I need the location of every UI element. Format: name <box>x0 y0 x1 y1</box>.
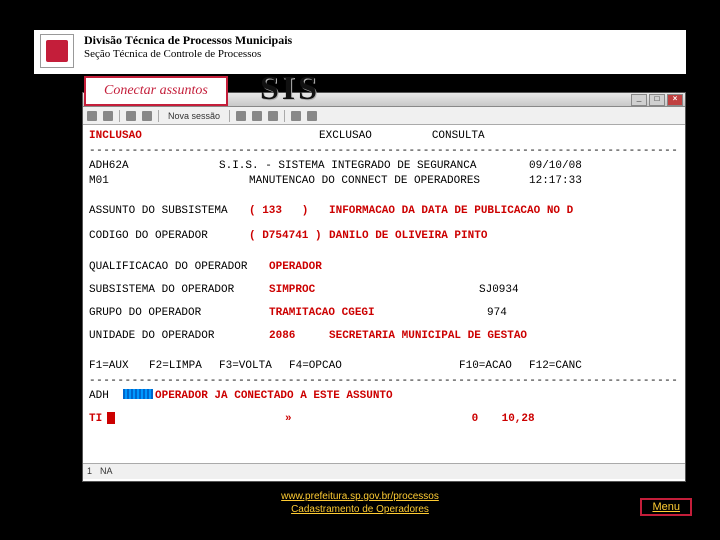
unidade-value: 2086 <box>269 329 329 344</box>
menu-inclusao[interactable]: INCLUSAO <box>89 129 149 144</box>
tool-icon[interactable] <box>126 111 136 121</box>
time-value: 12:17:33 <box>529 174 582 189</box>
grupo-label: GRUPO DO OPERADOR <box>89 306 269 321</box>
menu-exclusao[interactable]: EXCLUSAO <box>319 129 372 144</box>
minimize-button[interactable]: _ <box>631 94 647 106</box>
sis-logo: SIS <box>260 70 320 108</box>
menu-consulta[interactable]: CONSULTA <box>432 129 485 144</box>
f3-key[interactable]: F3=VOLTA <box>219 359 289 374</box>
close-button[interactable]: × <box>667 94 683 106</box>
f4-key[interactable]: F4=OPCAO <box>289 359 459 374</box>
tool-icon[interactable] <box>291 111 301 121</box>
codigo-desc: DANILO DE OLIVEIRA PINTO <box>329 229 487 244</box>
cursor <box>107 412 115 424</box>
toolbar-novasessao[interactable]: Nova sessão <box>165 111 223 121</box>
divider: ----------------------------------------… <box>89 374 679 389</box>
tool-icon[interactable] <box>142 111 152 121</box>
footer-link-url[interactable]: www.prefeitura.sp.gov.br/processos <box>0 490 720 503</box>
m-code: M01 <box>89 174 249 189</box>
tab-conectar-assuntos[interactable]: Conectar assuntos <box>84 76 228 106</box>
f2-key[interactable]: F2=LIMPA <box>149 359 219 374</box>
toolbar: Nova sessão <box>83 107 685 125</box>
codigo-value[interactable]: ( D754741 ) <box>249 229 329 244</box>
header-line1: Divisão Técnica de Processos Municipais <box>84 34 292 48</box>
qualif-value: OPERADOR <box>269 260 322 275</box>
status-left: 1 <box>87 465 92 477</box>
tool-icon[interactable] <box>252 111 262 121</box>
assunto-value[interactable]: ( 133 ) <box>249 204 329 219</box>
ti-label: TI <box>89 412 107 427</box>
assunto-label: ASSUNTO DO SUBSISTEMA <box>89 204 249 219</box>
screen-subtitle: MANUTENCAO DO CONNECT DE OPERADORES <box>249 174 529 189</box>
divider: ----------------------------------------… <box>89 144 679 159</box>
anim-icon <box>123 389 153 399</box>
tool-icon[interactable] <box>236 111 246 121</box>
arrow-indicator: » <box>285 412 292 427</box>
function-keys: F1=AUX F2=LIMPA F3=VOLTA F4=OPCAO F10=AC… <box>89 359 679 374</box>
screen-title: S.I.S. - SISTEMA INTEGRADO DE SEGURANCA <box>219 159 529 174</box>
maximize-button[interactable]: □ <box>649 94 665 106</box>
city-crest-logo <box>40 34 74 68</box>
subsis-value: SIMPROC <box>269 283 479 298</box>
assunto-desc: INFORMACAO DA DATA DE PUBLICACAO NO D <box>329 204 573 219</box>
f1-key[interactable]: F1=AUX <box>89 359 149 374</box>
subsis-label: SUBSISTEMA DO OPERADOR <box>89 283 269 298</box>
unidade-desc: SECRETARIA MUNICIPAL DE GESTAO <box>329 329 527 344</box>
date-value: 09/10/08 <box>529 159 582 174</box>
cursor-coords: 10,28 <box>502 412 535 427</box>
window-statusbar: 1 NA <box>83 463 685 479</box>
terminal-body: INCLUSAO EXCLUSAO CONSULTA -------------… <box>83 125 685 479</box>
grupo-value: TRAMITACAO CGEGI <box>269 306 487 321</box>
tool-icon[interactable] <box>87 111 97 121</box>
footer-links: www.prefeitura.sp.gov.br/processos Cadas… <box>0 490 720 516</box>
terminal-window: _ □ × Nova sessão INCLUSAO EXCLUSAO CONS… <box>82 92 686 482</box>
header-division: Divisão Técnica de Processos Municipais … <box>84 34 292 60</box>
status-mid: NA <box>100 465 113 477</box>
subsis-code: SJ0934 <box>479 283 519 298</box>
msg-prefix: ADH <box>89 389 121 404</box>
f10-key[interactable]: F10=ACAO <box>459 359 529 374</box>
tool-icon[interactable] <box>268 111 278 121</box>
tool-icon[interactable] <box>307 111 317 121</box>
bottom-zero: 0 <box>472 412 502 427</box>
status-message: OPERADOR JA CONECTADO A ESTE ASSUNTO <box>155 389 393 404</box>
qualif-label: QUALIFICACAO DO OPERADOR <box>89 260 269 275</box>
grupo-code: 974 <box>487 306 507 321</box>
header-line2: Seção Técnica de Controle de Processos <box>84 48 292 61</box>
tool-icon[interactable] <box>103 111 113 121</box>
codigo-label: CODIGO DO OPERADOR <box>89 229 249 244</box>
f12-key[interactable]: F12=CANC <box>529 359 582 374</box>
menu-button[interactable]: Menu <box>640 498 692 516</box>
unidade-label: UNIDADE DO OPERADOR <box>89 329 269 344</box>
screen-code: ADH62A <box>89 159 219 174</box>
footer-link-cadastramento[interactable]: Cadastramento de Operadores <box>0 503 720 516</box>
